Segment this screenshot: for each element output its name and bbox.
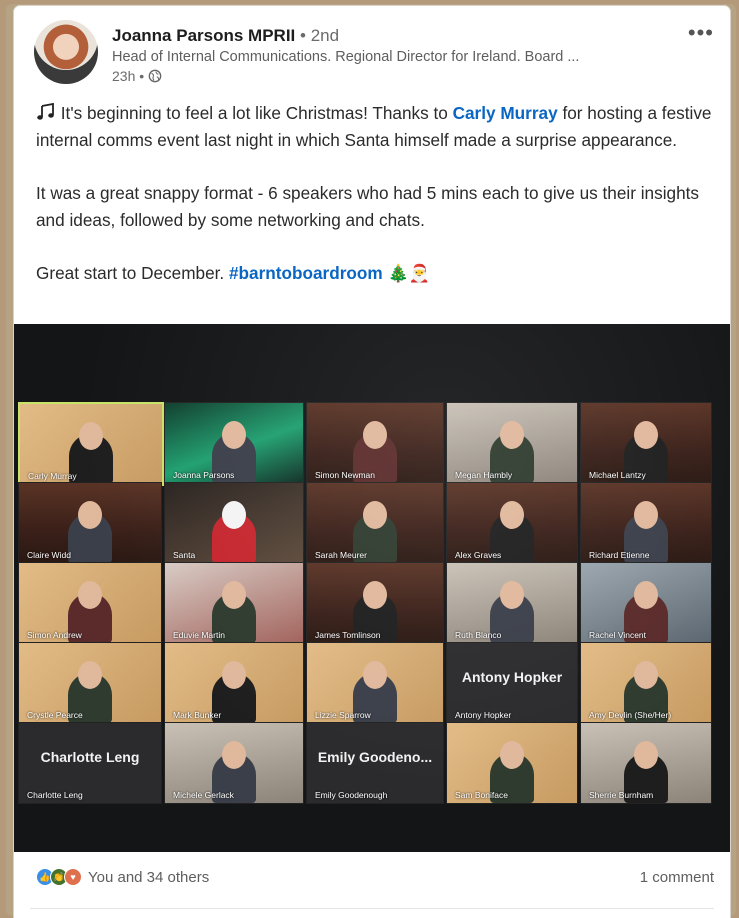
post-time: 23h • xyxy=(112,68,145,84)
author-name[interactable]: Joanna Parsons MPRII xyxy=(112,26,295,45)
mention-link[interactable]: Carly Murray xyxy=(453,103,558,123)
globe-icon xyxy=(148,69,162,83)
post-image[interactable]: Carly MurrayJoanna ParsonsSimon NewmanMe… xyxy=(14,324,730,852)
post-header: Joanna Parsons MPRII • 2nd Head of Inter… xyxy=(14,6,730,92)
feed-post-card: Joanna Parsons MPRII • 2nd Head of Inter… xyxy=(14,6,730,918)
post-paragraph-1: It's beginning to feel a lot like Christ… xyxy=(36,100,720,153)
post-paragraph-2: It was a great snappy format - 6 speaker… xyxy=(36,183,700,230)
author-headline: Head of Internal Communications. Regiona… xyxy=(112,49,580,65)
social-counts: 👍 👏 ♥ You and 34 others 1 comment xyxy=(14,852,730,918)
hashtag-link[interactable]: #barntoboardroom xyxy=(229,263,383,283)
emoji-tree-santa: 🎄🎅 xyxy=(387,263,431,283)
post-text-segment: It's beginning to feel a lot like Christ… xyxy=(60,103,453,123)
more-options-icon[interactable]: ••• xyxy=(688,20,714,46)
author-name-line: Joanna Parsons MPRII • 2nd xyxy=(112,26,339,46)
post-body: It's beginning to feel a lot like Christ… xyxy=(36,100,720,287)
author-avatar[interactable] xyxy=(34,20,98,84)
divider xyxy=(30,908,714,909)
love-reaction-icon: ♥ xyxy=(64,868,82,886)
connection-degree: • 2nd xyxy=(300,26,340,45)
post-meta: 23h • xyxy=(112,68,162,84)
music-note-icon xyxy=(37,102,54,120)
post-text-segment: Great start to December. xyxy=(36,263,229,283)
reactions-text: You and 34 others xyxy=(88,868,210,886)
comments-count[interactable]: 1 comment xyxy=(640,869,714,886)
post-paragraph-3: Great start to December. #barntoboardroo… xyxy=(36,260,720,287)
reactions-summary[interactable]: 👍 👏 ♥ You and 34 others xyxy=(36,868,209,886)
